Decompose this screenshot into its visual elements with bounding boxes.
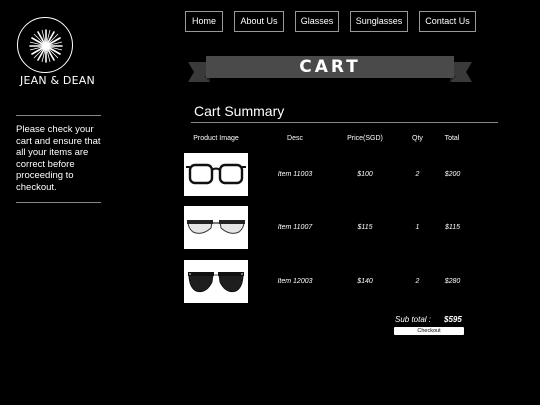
row-2-total: $115 — [444, 224, 461, 231]
subtotal-value: $595 — [444, 315, 462, 324]
product-image[interactable] — [184, 260, 248, 303]
summary-divider — [191, 122, 498, 123]
row-3-price: $140 — [357, 278, 373, 285]
sidebar-message: Please check your cart and ensure that a… — [16, 124, 101, 193]
product-image[interactable] — [184, 153, 248, 196]
row-3-qty: 2 — [415, 278, 420, 285]
row-1-price: $100 — [357, 171, 373, 178]
column-header-price: Price(SGD) — [347, 135, 383, 142]
column-header-qty: Qty — [412, 135, 423, 142]
sidebar-divider-top — [16, 115, 101, 116]
sunburst-logo-icon — [29, 29, 63, 63]
nav-glasses[interactable]: Glasses — [295, 11, 339, 32]
column-header-image: Product Image — [193, 135, 239, 142]
product-image[interactable] — [184, 206, 248, 249]
column-header-total: Total — [444, 135, 460, 142]
cart-summary-heading: Cart Summary — [194, 103, 285, 119]
clubmaster-eyeglasses-icon — [187, 220, 245, 234]
row-2-desc: Item 11007 — [277, 224, 313, 231]
row-1-qty: 2 — [415, 171, 420, 178]
subtotal-label: Sub total : — [395, 315, 432, 324]
column-header-desc: Desc — [287, 135, 303, 142]
row-2-price: $115 — [357, 224, 373, 231]
page-title: CART — [299, 57, 361, 77]
brand-name: JEAN & DEAN — [20, 74, 95, 87]
brand-logo[interactable] — [17, 17, 73, 73]
nav-about-us[interactable]: About Us — [234, 11, 284, 32]
row-2-qty: 1 — [415, 224, 420, 231]
checkout-button[interactable]: Checkout — [394, 327, 464, 335]
clubmaster-sunglasses-icon — [188, 272, 244, 293]
row-1-desc: Item 11003 — [277, 171, 313, 178]
row-3-total: $280 — [444, 278, 461, 285]
nav-contact-us[interactable]: Contact Us — [419, 11, 476, 32]
row-3-desc: Item 12003 — [277, 278, 313, 285]
nav-home[interactable]: Home — [185, 11, 223, 32]
nav-sunglasses[interactable]: Sunglasses — [350, 11, 408, 32]
sidebar-divider-bottom — [16, 202, 101, 203]
black-eyeglasses-icon — [186, 163, 246, 185]
row-1-total: $200 — [444, 171, 461, 178]
